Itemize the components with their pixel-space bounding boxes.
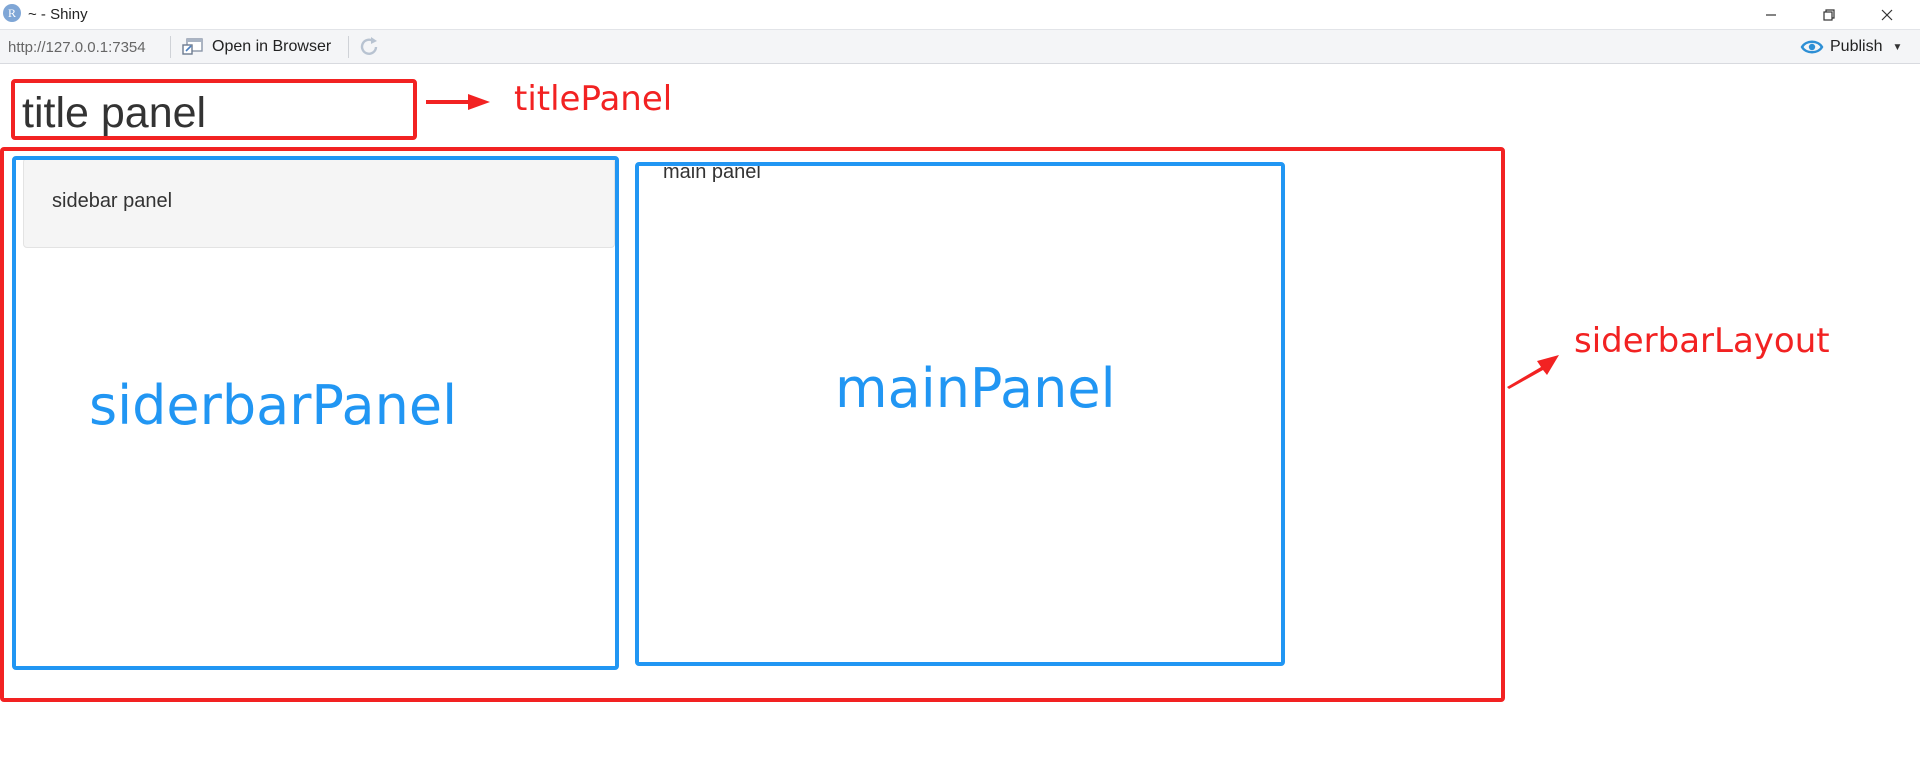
open-in-browser-label: Open in Browser <box>212 38 332 55</box>
url-display: http://127.0.0.1:7354 <box>8 39 146 56</box>
sidebar-panel-annotation-label: siderbarPanel <box>89 374 458 437</box>
open-in-browser-icon <box>182 38 203 55</box>
title-panel-annotation-label: titlePanel <box>514 79 673 119</box>
close-icon <box>1881 9 1893 20</box>
title-panel-arrow-icon <box>426 94 490 110</box>
restore-button[interactable] <box>1800 0 1858 29</box>
close-button[interactable] <box>1858 0 1916 29</box>
app-viewport: title panel sidebar panel main panel tit… <box>0 63 1920 777</box>
reload-icon[interactable] <box>356 34 382 60</box>
toolbar-divider <box>170 36 171 58</box>
viewer-toolbar: http://127.0.0.1:7354 Open in Browser Pu… <box>0 29 1920 64</box>
chevron-down-icon[interactable]: ▼ <box>1892 42 1902 53</box>
open-in-browser-button[interactable]: Open in Browser <box>182 35 331 59</box>
window-title: ~ - Shiny <box>28 6 88 23</box>
title-bar: R ~ - Shiny <box>0 0 1920 29</box>
main-panel-annotation-label: mainPanel <box>835 357 1116 420</box>
r-app-icon: R <box>3 4 21 22</box>
minimize-button[interactable] <box>1742 0 1800 29</box>
title-panel-annotation-box <box>11 79 417 140</box>
minimize-icon <box>1766 13 1776 16</box>
shiny-window: R ~ - Shiny http://127.0.0.1:7354 Open i… <box>0 0 1920 777</box>
toolbar-divider <box>348 36 349 58</box>
publish-icon <box>1800 40 1824 54</box>
publish-label: Publish <box>1830 38 1883 55</box>
restore-icon <box>1823 8 1835 21</box>
sidebar-layout-annotation-label: siderbarLayout <box>1574 321 1830 361</box>
publish-button[interactable]: Publish ▼ <box>1800 36 1902 58</box>
sidebar-layout-arrow-icon <box>1507 355 1559 389</box>
